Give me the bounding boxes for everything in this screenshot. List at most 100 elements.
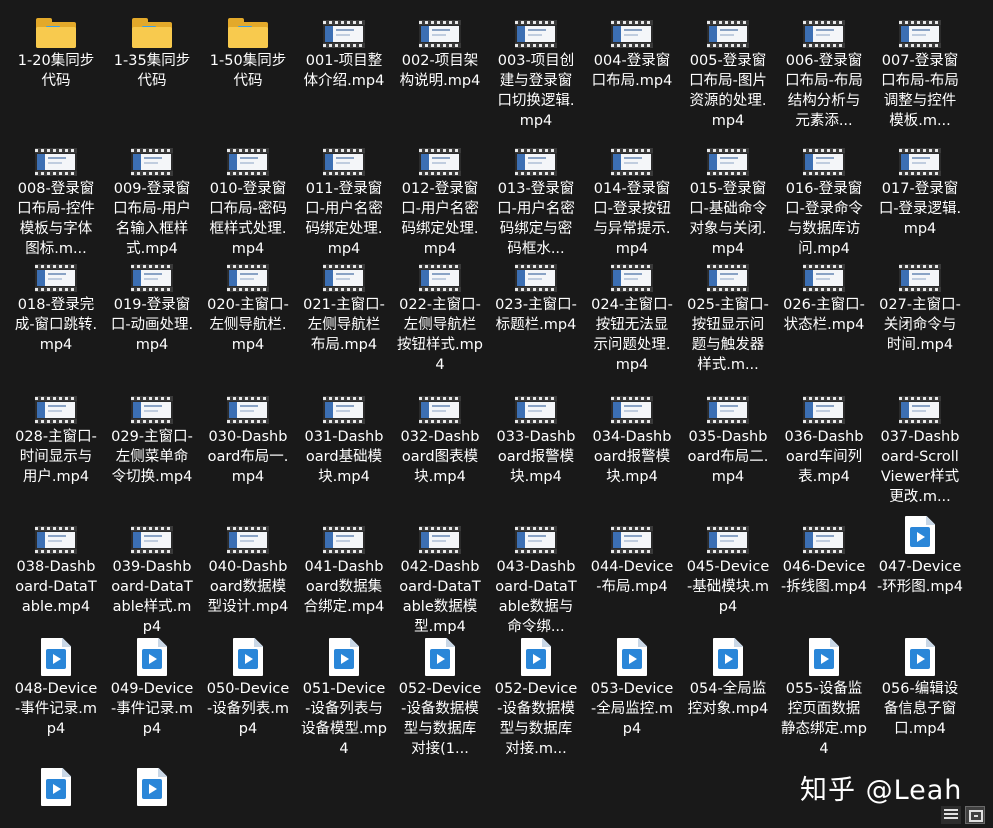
file-item[interactable]: 048-Device-事件记录.mp4 <box>8 636 104 739</box>
file-item[interactable]: 009-登录窗口布局-用户名输入框样式.mp4 <box>104 136 200 259</box>
file-name-label: 005-登录窗口布局-图片资源的处理.mp4 <box>689 53 767 129</box>
file-item[interactable] <box>8 766 104 809</box>
file-name-label: 047-Device-环形图.mp4 <box>877 559 963 595</box>
file-item[interactable]: 039-Dashboard-DataTable样式.mp4 <box>104 514 200 637</box>
file-item[interactable]: 028-主窗口-时间显示与用户.mp4 <box>8 384 104 487</box>
file-item[interactable]: 037-Dashboard-ScrollViewer样式更改.m... <box>872 384 968 507</box>
file-item[interactable]: 017-登录窗口-登录逻辑.mp4 <box>872 136 968 239</box>
file-item[interactable]: 013-登录窗口-用户名密码绑定与密码框水... <box>488 136 584 259</box>
file-item[interactable]: 020-主窗口-左侧导航栏.mp4 <box>200 252 296 355</box>
file-item[interactable]: 045-Device-基础模块.mp4 <box>680 514 776 617</box>
folder-item[interactable]: 1-50集同步代码 <box>200 8 296 91</box>
file-name-label: 1-35集同步代码 <box>113 53 191 89</box>
file-item[interactable]: 055-设备监控页面数据静态绑定.mp4 <box>776 636 872 759</box>
file-item[interactable]: 043-Dashboard-DataTable数据与命令绑... <box>488 514 584 637</box>
file-item[interactable]: 035-Dashboard布局二.mp4 <box>680 384 776 487</box>
video-thumbnail-icon <box>794 136 854 176</box>
media-file-icon <box>410 636 470 676</box>
large-icons-view-button[interactable] <box>965 806 985 824</box>
file-item[interactable]: 004-登录窗口布局.mp4 <box>584 8 680 91</box>
file-item[interactable]: 054-全局监控对象.mp4 <box>680 636 776 719</box>
file-item[interactable]: 056-编辑设备信息子窗口.mp4 <box>872 636 968 739</box>
file-item[interactable]: 041-Dashboard数据集合绑定.mp4 <box>296 514 392 617</box>
file-item[interactable]: 005-登录窗口布局-图片资源的处理.mp4 <box>680 8 776 131</box>
file-item[interactable]: 030-Dashboard布局一.mp4 <box>200 384 296 487</box>
file-item[interactable]: 032-Dashboard图表模块.mp4 <box>392 384 488 487</box>
file-item[interactable]: 012-登录窗口-用户名密码绑定处理.mp4 <box>392 136 488 259</box>
video-thumbnail-icon <box>698 384 758 424</box>
file-item[interactable]: 027-主窗口-关闭命令与时间.mp4 <box>872 252 968 355</box>
file-item[interactable]: 026-主窗口-状态栏.mp4 <box>776 252 872 335</box>
video-thumbnail-icon <box>602 136 662 176</box>
file-item[interactable]: 031-Dashboard基础模块.mp4 <box>296 384 392 487</box>
file-item[interactable]: 040-Dashboard数据模型设计.mp4 <box>200 514 296 617</box>
file-item[interactable]: 001-项目整体介绍.mp4 <box>296 8 392 91</box>
file-item[interactable]: 025-主窗口-按钮显示问题与触发器样式.m... <box>680 252 776 375</box>
file-item[interactable]: 014-登录窗口-登录按钮与异常提示.mp4 <box>584 136 680 259</box>
file-item[interactable]: 023-主窗口-标题栏.mp4 <box>488 252 584 335</box>
file-item[interactable]: 050-Device-设备列表.mp4 <box>200 636 296 739</box>
file-item[interactable]: 042-Dashboard-DataTable数据模型.mp4 <box>392 514 488 637</box>
file-item[interactable]: 011-登录窗口-用户名密码绑定处理.mp4 <box>296 136 392 259</box>
watermark: 知乎 @Leah <box>800 775 963 806</box>
file-item[interactable]: 036-Dashboard车间列表.mp4 <box>776 384 872 487</box>
file-item[interactable]: 049-Device-事件记录.mp4 <box>104 636 200 739</box>
file-item[interactable]: 006-登录窗口布局-布局结构分析与元素添... <box>776 8 872 131</box>
file-item[interactable]: 024-主窗口-按钮无法显示问题处理.mp4 <box>584 252 680 375</box>
file-item[interactable]: 053-Device-全局监控.mp4 <box>584 636 680 739</box>
file-item[interactable]: 015-登录窗口-基础命令对象与关闭.mp4 <box>680 136 776 259</box>
video-thumbnail-icon <box>410 136 470 176</box>
file-item[interactable]: 047-Device-环形图.mp4 <box>872 514 968 597</box>
file-item[interactable]: 046-Device-拆线图.mp4 <box>776 514 872 597</box>
file-name-label: 022-主窗口-左侧导航栏按钮样式.mp4 <box>397 297 483 373</box>
file-name-label: 028-主窗口-时间显示与用户.mp4 <box>15 429 97 485</box>
folder-item[interactable]: 1-20集同步代码 <box>8 8 104 91</box>
file-item[interactable]: 034-Dashboard报警模块.mp4 <box>584 384 680 487</box>
file-item[interactable]: 051-Device-设备列表与设备模型.mp4 <box>296 636 392 759</box>
file-item[interactable]: 008-登录窗口布局-控件模板与字体图标.m... <box>8 136 104 259</box>
file-name-label: 1-50集同步代码 <box>209 53 287 89</box>
file-item[interactable]: 022-主窗口-左侧导航栏按钮样式.mp4 <box>392 252 488 375</box>
file-item[interactable]: 033-Dashboard报警模块.mp4 <box>488 384 584 487</box>
folder-icon <box>122 8 182 48</box>
file-name-label: 024-主窗口-按钮无法显示问题处理.mp4 <box>591 297 673 373</box>
file-item[interactable]: 052-Device-设备数据模型与数据库对接(1... <box>392 636 488 759</box>
file-name-label: 029-主窗口-左侧菜单命令切换.mp4 <box>111 429 193 485</box>
file-item[interactable]: 003-项目创建与登录窗口切换逻辑.mp4 <box>488 8 584 131</box>
file-item[interactable]: 052-Device-设备数据模型与数据库对接.m... <box>488 636 584 759</box>
details-view-icon <box>944 809 958 821</box>
file-item[interactable]: 010-登录窗口布局-密码框样式处理.mp4 <box>200 136 296 259</box>
file-name-label: 052-Device-设备数据模型与数据库对接(1... <box>398 681 482 757</box>
video-thumbnail-icon <box>122 384 182 424</box>
folder-icon <box>218 8 278 48</box>
file-name-label: 027-主窗口-关闭命令与时间.mp4 <box>879 297 961 353</box>
video-thumbnail-icon <box>698 514 758 554</box>
file-item[interactable]: 018-登录完成-窗口跳转.mp4 <box>8 252 104 355</box>
media-file-icon <box>218 636 278 676</box>
video-thumbnail-icon <box>314 8 374 48</box>
file-item[interactable]: 016-登录窗口-登录命令与数据库访问.mp4 <box>776 136 872 259</box>
file-name-label: 002-项目架构说明.mp4 <box>399 53 481 89</box>
video-thumbnail-icon <box>698 252 758 292</box>
file-item[interactable]: 002-项目架构说明.mp4 <box>392 8 488 91</box>
file-item[interactable]: 007-登录窗口布局-布局调整与控件模板.m... <box>872 8 968 131</box>
file-name-label: 048-Device-事件记录.mp4 <box>14 681 98 737</box>
file-item[interactable]: 019-登录窗口-动画处理.mp4 <box>104 252 200 355</box>
file-name-label: 011-登录窗口-用户名密码绑定处理.mp4 <box>305 181 383 257</box>
file-item[interactable]: 044-Device-布局.mp4 <box>584 514 680 597</box>
file-name-label: 040-Dashboard数据模型设计.mp4 <box>207 559 289 615</box>
file-item[interactable]: 021-主窗口-左侧导航栏布局.mp4 <box>296 252 392 355</box>
file-name-label: 032-Dashboard图表模块.mp4 <box>400 429 480 485</box>
video-thumbnail-icon <box>410 384 470 424</box>
video-thumbnail-icon <box>410 8 470 48</box>
file-item[interactable]: 029-主窗口-左侧菜单命令切换.mp4 <box>104 384 200 487</box>
file-item[interactable] <box>104 766 200 809</box>
details-view-button[interactable] <box>941 806 961 824</box>
file-item[interactable]: 038-Dashboard-DataTable.mp4 <box>8 514 104 617</box>
video-thumbnail-icon <box>794 514 854 554</box>
video-thumbnail-icon <box>314 252 374 292</box>
media-file-icon <box>698 636 758 676</box>
folder-item[interactable]: 1-35集同步代码 <box>104 8 200 91</box>
video-thumbnail-icon <box>218 136 278 176</box>
file-name-label: 009-登录窗口布局-用户名输入框样式.mp4 <box>113 181 191 257</box>
